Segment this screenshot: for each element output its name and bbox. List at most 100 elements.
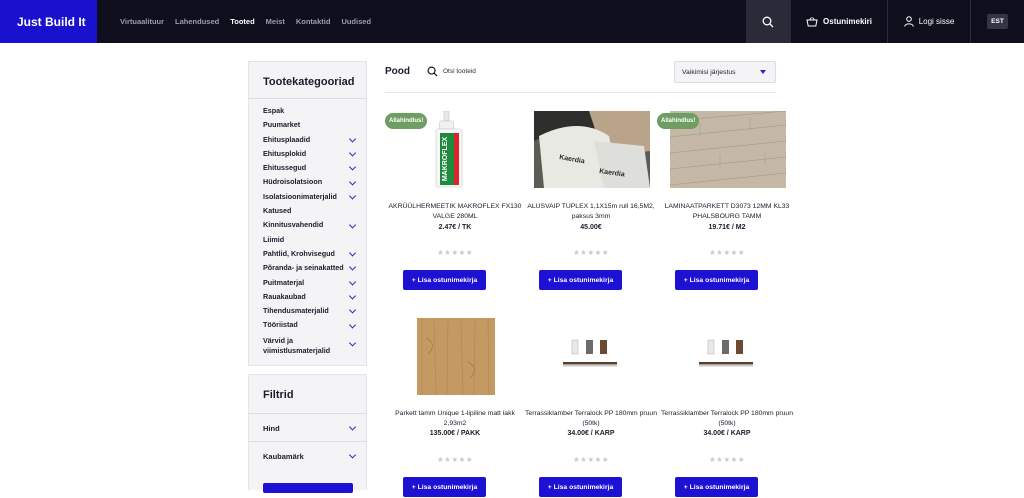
category-item-label: Puumarket [263, 120, 301, 130]
product-name[interactable]: Terrassiklamber Terralock PP 180mm pruun… [521, 409, 661, 429]
product-card[interactable]: MAKROFLEX Allahindlus! AKRÜÜLHERMEETIK MA… [385, 111, 521, 291]
chevron-down-icon[interactable] [348, 192, 357, 200]
filter-list: Hind Kaubamärk [249, 413, 366, 469]
product-price: 135.00€ / PAKK [429, 430, 481, 437]
add-to-list-button[interactable]: + Lisa ostunimekirja [539, 270, 622, 290]
category-item[interactable]: Puumarket [263, 118, 366, 132]
filter-item[interactable]: Kaubamärk [249, 441, 366, 469]
chevron-down-icon[interactable] [348, 178, 357, 186]
login-button[interactable]: Logi sisse [887, 0, 970, 43]
rating-stars-icon: ★★★★★ [436, 248, 474, 257]
top-header: Just Build It Virtuaalituur Lahendused Too… [0, 0, 1024, 43]
category-item[interactable]: Tihendusmaterjalid [263, 304, 366, 318]
shopping-list-button[interactable]: Ostunimekiri [790, 0, 887, 43]
rating-stars-icon: ★★★★★ [572, 455, 610, 464]
category-item-label: Isolatsioonimaterjalid [263, 191, 337, 201]
product-card[interactable]: Allahindlus! LAMINAATPARKETT D3073 12MM K… [657, 111, 789, 291]
apply-filters-button[interactable] [263, 483, 353, 493]
category-item[interactable]: Katused [263, 204, 366, 218]
product-name[interactable]: Parkett tamm Unique 1-lipiline matt lakk… [385, 409, 525, 429]
page-title: Pood [385, 66, 410, 77]
chevron-down-icon[interactable] [348, 339, 357, 347]
add-to-list-button[interactable]: + Lisa ostunimekirja [403, 477, 486, 497]
sort-select-value: Vaikimisi järjestus [682, 69, 736, 76]
sale-badge: Allahindlus! [385, 113, 428, 129]
add-to-list-button[interactable]: + Lisa ostunimekirja [539, 477, 622, 497]
rating-stars-icon: ★★★★★ [708, 248, 746, 257]
nav-item-meist[interactable]: Meist [266, 17, 285, 26]
svg-text:MAKROFLEX: MAKROFLEX [442, 137, 449, 182]
product-image[interactable] [670, 318, 786, 395]
search-icon[interactable] [427, 66, 438, 77]
category-item[interactable]: Põranda- ja seinakatted [263, 261, 366, 275]
chevron-down-icon[interactable] [348, 149, 357, 157]
language-badge: EST [987, 14, 1008, 29]
product-name[interactable]: LAMINAATPARKETT D3073 12MM KL33 PHALSBOU… [657, 202, 797, 222]
search-icon [762, 16, 774, 27]
category-item-label: Liimid [263, 234, 285, 244]
category-item[interactable]: Isolatsioonimaterjalid [263, 190, 366, 204]
product-name[interactable]: AKRÜÜLHERMEETIK MAKROFLEX FX130 VALGE 28… [385, 202, 525, 222]
add-to-list-button[interactable]: + Lisa ostunimekirja [403, 270, 486, 290]
site-logo[interactable]: Just Build It [0, 0, 97, 43]
sort-select[interactable]: Vaikimisi järjestus [674, 61, 776, 83]
product-price: 34.00€ / KARP [703, 430, 751, 437]
category-item[interactable]: Tööriistad [263, 318, 366, 332]
product-card[interactable]: Kaerdia Kaerdia ALUSVAIP TUPLEX 1,1X15m … [521, 111, 655, 291]
nav-item-tooted[interactable]: Tooted [230, 17, 254, 26]
product-price: 19.71€ / M2 [708, 224, 746, 231]
category-item[interactable]: Espak [263, 104, 366, 118]
divider [385, 92, 776, 93]
nav-item-kontaktid[interactable]: Kontaktid [296, 17, 331, 26]
category-item[interactable]: Kinnitusvahendid [263, 218, 366, 232]
category-item-label: Põranda- ja seinakatted [263, 263, 344, 273]
category-item-label: Tihendusmaterjalid [263, 306, 329, 316]
login-label: Logi sisse [918, 17, 955, 26]
chevron-down-icon[interactable] [348, 292, 357, 300]
caret-down-icon [760, 70, 766, 74]
category-item-label: Espak [263, 106, 285, 115]
product-image[interactable] [534, 318, 650, 395]
product-name[interactable]: Terrassiklamber Terralock PP 180mm pruun… [657, 409, 797, 429]
category-item[interactable]: Ehitusplaadid [263, 133, 366, 147]
category-item[interactable]: Värvid ja viimistlusmaterjalid [263, 333, 366, 355]
category-item[interactable]: Ehitusplokid [263, 147, 366, 161]
chevron-down-icon[interactable] [348, 220, 357, 229]
add-to-list-button[interactable]: + Lisa ostunimekirja [675, 477, 758, 497]
category-item[interactable]: Hüdroisolatsioon [263, 175, 366, 189]
chevron-down-icon[interactable] [348, 278, 357, 286]
category-item-label: Ehitusplaadid [263, 134, 311, 144]
product-name[interactable]: ALUSVAIP TUPLEX 1,1X15m rull 16,5M2, pak… [521, 202, 661, 222]
chevron-down-icon[interactable] [348, 163, 357, 171]
product-card[interactable]: Terrassiklamber Terralock PP 180mm pruun… [657, 318, 793, 498]
nav-item-uudised[interactable]: Uudised [341, 17, 371, 26]
header-search-button[interactable] [746, 0, 790, 43]
category-item[interactable]: Rauakaubad [263, 290, 366, 304]
product-card[interactable]: Parkett tamm Unique 1-lipiline matt lakk… [385, 318, 515, 498]
chevron-down-icon[interactable] [348, 263, 357, 271]
chevron-down-icon [348, 422, 357, 431]
category-item[interactable]: Puitmaterjal [263, 276, 366, 290]
main-nav: Virtuaalituur Lahendused Tooted Meist Kontak… [120, 0, 371, 43]
nav-item-virtuaalituur[interactable]: Virtuaalituur [120, 17, 164, 26]
rating-stars-icon: ★★★★★ [572, 248, 610, 257]
category-item[interactable]: Liimid [263, 233, 366, 247]
user-icon [904, 16, 914, 27]
filter-panel-title: Filtrid [263, 389, 294, 401]
chevron-down-icon[interactable] [348, 306, 357, 314]
nav-item-lahendused[interactable]: Lahendused [175, 17, 219, 26]
product-card[interactable]: Terrassiklamber Terralock PP 180mm pruun… [521, 318, 657, 498]
chevron-down-icon [348, 450, 357, 459]
add-to-list-button[interactable]: + Lisa ostunimekirja [675, 270, 758, 290]
product-image[interactable] [398, 318, 514, 395]
filter-item[interactable]: Hind [249, 413, 366, 441]
category-item[interactable]: Pahtlid, Krohvisegud [263, 247, 366, 261]
product-search-link[interactable]: Otsi tooteid [443, 68, 476, 75]
chevron-down-icon[interactable] [348, 135, 357, 143]
product-image[interactable]: Kaerdia Kaerdia [534, 111, 650, 188]
language-switcher[interactable]: EST [970, 0, 1024, 43]
category-item[interactable]: Ehitussegud [263, 161, 366, 175]
chevron-down-icon[interactable] [348, 321, 357, 329]
category-item-label: Värvid ja viimistlusmaterjalid [263, 335, 331, 355]
chevron-down-icon[interactable] [348, 249, 357, 257]
